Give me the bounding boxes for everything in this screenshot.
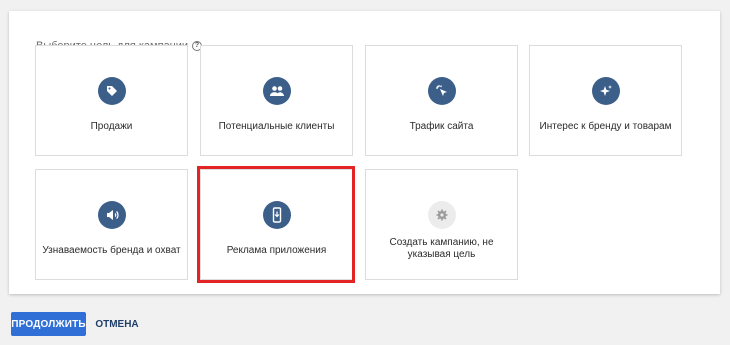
- goal-card-label: Реклама приложения: [226, 245, 327, 256]
- gear-icon: [427, 201, 456, 229]
- goal-card-brand-consideration[interactable]: Интерес к бренду и товарам: [529, 45, 682, 156]
- tag-icon: [97, 77, 126, 105]
- goal-card-app-promotion[interactable]: Реклама приложения: [200, 169, 353, 280]
- goal-card-label: Продажи: [90, 121, 133, 132]
- goal-card-sales[interactable]: Продажи: [35, 45, 188, 156]
- goal-card-label: Потенциальные клиенты: [218, 121, 335, 132]
- goal-card-brand-awareness[interactable]: Узнаваемость бренда и охват: [35, 169, 188, 280]
- phone-icon: [262, 201, 291, 229]
- megaphone-icon: [97, 201, 126, 229]
- goal-card-label: Интерес к бренду и товарам: [539, 121, 672, 132]
- goal-card-leads[interactable]: Потенциальные клиенты: [200, 45, 353, 156]
- cursor-click-icon: [427, 77, 456, 105]
- people-icon: [262, 77, 291, 105]
- continue-button[interactable]: ПРОДОЛЖИТЬ: [11, 312, 86, 336]
- goal-card-label: Узнаваемость бренда и охват: [42, 245, 181, 256]
- sparkle-icon: [591, 77, 620, 105]
- cancel-button[interactable]: ОТМЕНА: [90, 312, 144, 336]
- goal-card-label: Трафик сайта: [409, 121, 474, 132]
- goal-card-website-traffic[interactable]: Трафик сайта: [365, 45, 518, 156]
- goal-card-no-goal[interactable]: Создать кампанию, не указывая цель: [365, 169, 518, 280]
- goal-card-label: Создать кампанию, не указывая цель: [389, 237, 494, 260]
